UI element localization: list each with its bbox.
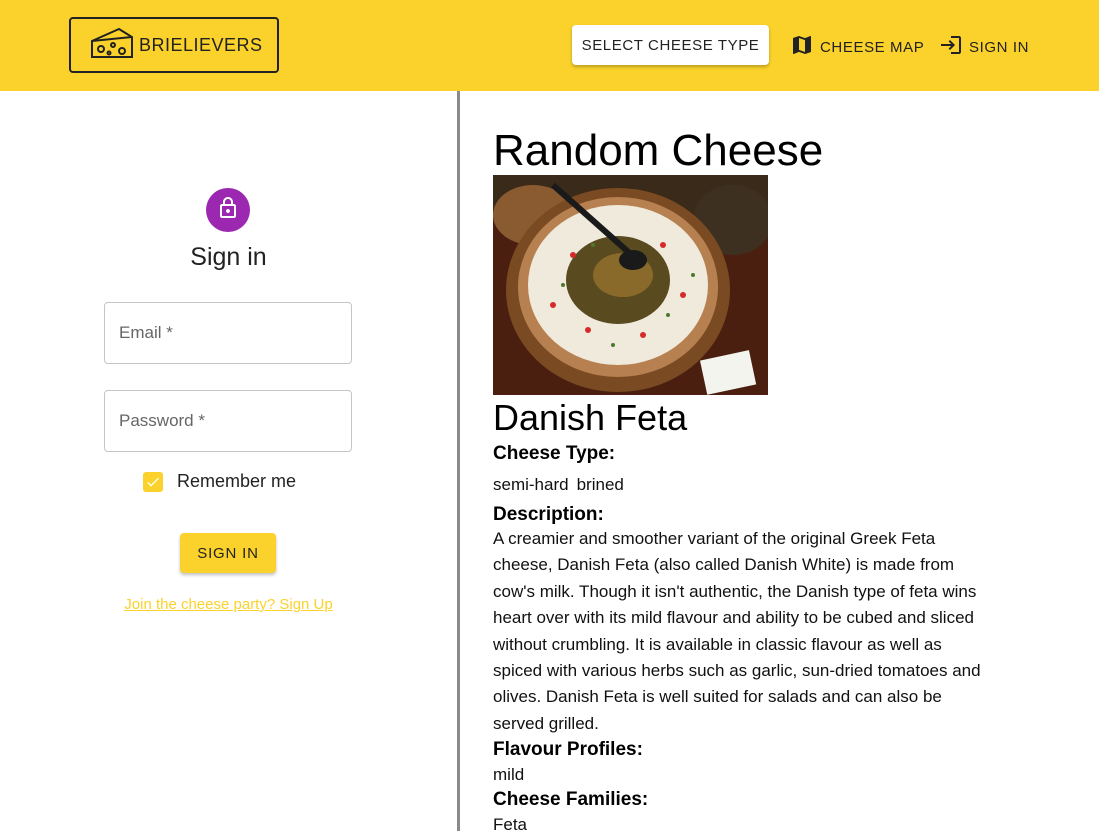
sign-in-button[interactable]: SIGN IN	[180, 533, 276, 573]
password-input[interactable]	[105, 391, 351, 451]
email-input[interactable]	[105, 303, 351, 363]
flavour-profile-value: mild	[493, 765, 525, 784]
cheese-map-label: CHEESE MAP	[820, 38, 925, 56]
lock-icon	[216, 196, 240, 225]
remember-me-label: Remember me	[177, 471, 297, 491]
cheese-type-label: Cheese Type:	[493, 443, 616, 464]
panel-divider	[457, 91, 460, 831]
cheese-name: Danish Feta	[493, 397, 688, 438]
cheese-family-value: Feta	[493, 815, 528, 834]
cheese-icon	[89, 25, 135, 66]
cheese-type-value: semi-hard	[493, 475, 569, 494]
sign-up-link[interactable]: Join the cheese party? Sign Up	[0, 596, 457, 613]
lock-avatar	[206, 188, 250, 232]
cheese-map-link[interactable]: CHEESE MAP	[790, 33, 924, 61]
select-cheese-type-button[interactable]: SELECT CHEESE TYPE	[572, 25, 769, 65]
nav-sign-in-link[interactable]: SIGN IN	[939, 33, 1029, 61]
logo-button[interactable]: BRIELIEVERS	[69, 17, 279, 73]
cheese-types: semi-hard brined	[493, 475, 632, 495]
nav-sign-in-label: SIGN IN	[969, 38, 1030, 56]
cheese-image	[493, 175, 768, 395]
login-icon	[939, 33, 969, 61]
cheese-families-label: Cheese Families:	[493, 789, 649, 810]
sign-in-title: Sign in	[190, 243, 267, 271]
flavour-profiles-label: Flavour Profiles:	[493, 739, 643, 760]
remember-me-row[interactable]: Remember me	[143, 471, 296, 492]
password-field[interactable]	[104, 390, 352, 452]
random-cheese-title: Random Cheese	[493, 126, 824, 175]
cheese-type-value: brined	[576, 475, 624, 494]
check-icon	[147, 477, 159, 487]
description-label: Description:	[493, 504, 604, 525]
app-bar: BRIELIEVERS SELECT CHEESE TYPE CHEESE MA…	[0, 0, 1099, 91]
email-field[interactable]	[104, 302, 352, 364]
map-icon	[790, 33, 820, 61]
logo-text: BRIELIEVERS	[139, 34, 263, 55]
description-text: A creamier and smoother variant of the o…	[493, 529, 981, 733]
remember-me-checkbox[interactable]	[143, 471, 163, 492]
